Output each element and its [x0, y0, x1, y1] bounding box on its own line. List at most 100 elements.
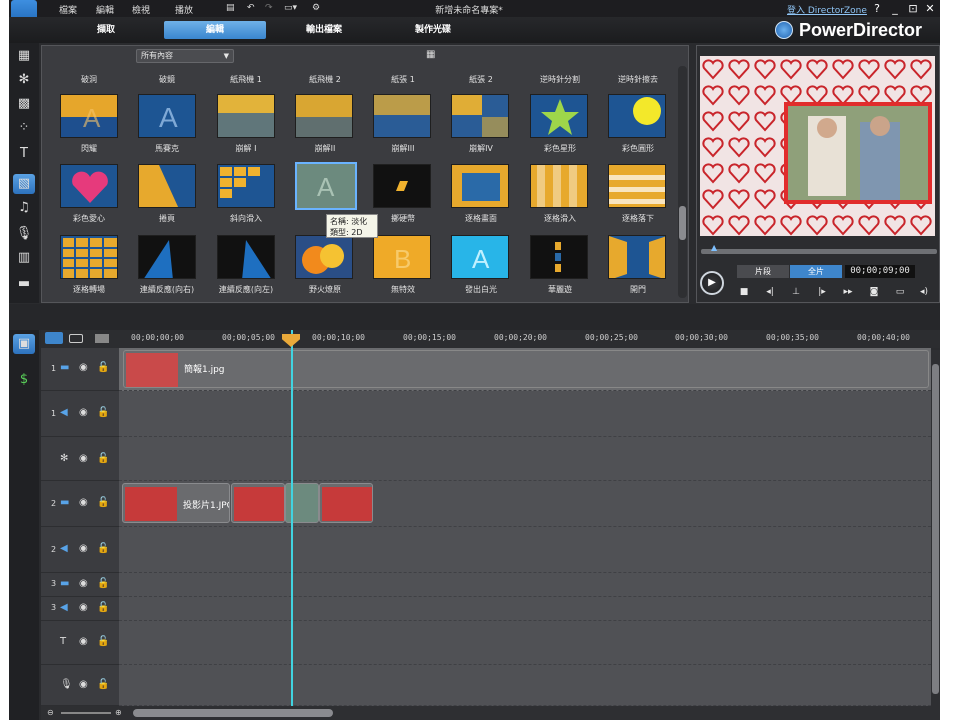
settings-icon[interactable]: ⚙: [312, 3, 320, 13]
transition-thumb-grid-slide[interactable]: [530, 164, 588, 208]
transition-thumb-chain-right[interactable]: [138, 235, 196, 279]
track-header-audio-1[interactable]: 1 ◀ ◉ 🔓: [41, 391, 119, 437]
zoom-in-icon[interactable]: ⊕: [115, 708, 122, 717]
timeline-clip-slide[interactable]: 投影片1.JPG: [122, 483, 230, 523]
transition-thumb-crumble-1[interactable]: [217, 94, 275, 138]
track-header-audio-2[interactable]: 2 ◀ ◉ 🔓: [41, 527, 119, 573]
track-header-title[interactable]: T ◉ 🔓: [41, 621, 119, 665]
grid-view-icon[interactable]: ▦: [426, 50, 440, 62]
tab-create-disc[interactable]: 製作光碟: [382, 21, 484, 39]
timeline-clip-slide-2[interactable]: [231, 483, 285, 523]
redo-icon[interactable]: ↷: [265, 3, 273, 13]
library-scrollbar[interactable]: [678, 66, 687, 298]
fast-forward-icon[interactable]: ▸▸: [841, 286, 855, 298]
transition-thumb-fancy[interactable]: [530, 235, 588, 279]
visibility-icon[interactable]: ◉: [79, 679, 88, 690]
timecode-display[interactable]: 00;00;09;00: [845, 265, 915, 278]
lock-icon[interactable]: 🔓: [97, 407, 109, 418]
transition-thumb-grid-drop[interactable]: [608, 164, 666, 208]
track-header-video-1[interactable]: 1 ▬ ◉ 🔓: [41, 348, 119, 391]
zoom-slider[interactable]: [61, 712, 111, 714]
track-header-audio-3[interactable]: 3 ◀ ◉ 🔓: [41, 597, 119, 621]
audio-mixing-room-icon[interactable]: ♫: [13, 198, 35, 218]
save-icon[interactable]: ▤: [226, 3, 235, 13]
menu-file[interactable]: 檔案: [59, 3, 77, 16]
transition-thumb-color-circle[interactable]: [608, 94, 666, 138]
lock-icon[interactable]: 🔓: [97, 636, 109, 647]
transition-thumb-crumble-4[interactable]: [451, 94, 509, 138]
track-row-audio-1[interactable]: [119, 391, 931, 437]
visibility-icon[interactable]: ◉: [79, 602, 88, 613]
lock-icon[interactable]: 🔓: [97, 578, 109, 589]
add-track-icon[interactable]: [95, 334, 109, 343]
play-button[interactable]: ▶: [700, 271, 724, 295]
seek-knob-icon[interactable]: ▲: [711, 243, 720, 252]
track-row-audio-3[interactable]: [119, 597, 931, 621]
transition-thumb-flash[interactable]: A: [60, 94, 118, 138]
visibility-icon[interactable]: ◉: [79, 636, 88, 647]
visibility-icon[interactable]: ◉: [79, 497, 88, 508]
menu-play[interactable]: 播放: [175, 3, 193, 16]
transition-room-icon[interactable]: ▧: [13, 174, 35, 194]
track-row-effect[interactable]: [119, 437, 931, 481]
lock-icon[interactable]: 🔓: [97, 453, 109, 464]
track-row-video-1[interactable]: 簡報1.jpg: [119, 348, 931, 391]
track-header-video-2[interactable]: 2 ▬ ◉ 🔓: [41, 481, 119, 527]
transition-thumb-diagonal-slide[interactable]: [217, 164, 275, 208]
track-row-title[interactable]: [119, 621, 931, 665]
magic-tools-icon[interactable]: $: [13, 370, 35, 390]
visibility-icon[interactable]: ◉: [79, 453, 88, 464]
lock-icon[interactable]: 🔓: [97, 602, 109, 613]
login-link[interactable]: 登入 DirectorZone: [787, 3, 867, 16]
transition-thumb-page-curl[interactable]: [138, 164, 196, 208]
lock-icon[interactable]: 🔓: [97, 497, 109, 508]
library-scroll-thumb[interactable]: [679, 206, 686, 240]
timeline-clip-background[interactable]: 簡報1.jpg: [123, 350, 929, 388]
transition-thumb-grid-frame[interactable]: [451, 164, 509, 208]
minimize-button[interactable]: _: [888, 2, 902, 15]
help-button[interactable]: ?: [870, 2, 884, 15]
preview-seek-bar[interactable]: ▲: [701, 243, 937, 254]
track-row-video-2[interactable]: 投影片1.JPG: [119, 481, 931, 527]
aspect-ratio-icon[interactable]: ▭▾: [284, 3, 297, 13]
movie-mode-tab[interactable]: 全片: [790, 265, 842, 278]
pip-room-icon[interactable]: ▩: [13, 94, 35, 114]
timeline-ruler[interactable]: 00;00;00;00 00;00;05;00 00;00;10;00 00;0…: [41, 330, 940, 348]
display-icon[interactable]: ▭: [893, 286, 907, 298]
transition-thumb-crumble-3[interactable]: [373, 94, 431, 138]
lock-icon[interactable]: 🔓: [97, 679, 109, 690]
zoom-out-icon[interactable]: ⊖: [47, 708, 54, 717]
track-header-effect[interactable]: ✻ ◉ 🔓: [41, 437, 119, 481]
volume-icon[interactable]: ◂): [917, 286, 931, 298]
transition-thumb-color-heart[interactable]: [60, 164, 118, 208]
next-frame-icon[interactable]: |▸: [815, 286, 829, 298]
tab-capture[interactable]: 擷取: [55, 21, 157, 39]
transition-thumb-color-star[interactable]: [530, 94, 588, 138]
visibility-icon[interactable]: ◉: [79, 362, 88, 373]
particle-room-icon[interactable]: ⁘: [13, 118, 35, 138]
close-button[interactable]: ✕: [923, 2, 937, 15]
transition-thumb-grid-transition[interactable]: [60, 235, 118, 279]
storyboard-mode-icon[interactable]: [69, 334, 83, 343]
stop-icon[interactable]: ■: [737, 286, 751, 298]
content-filter-dropdown[interactable]: 所有內容 ▼: [136, 49, 234, 63]
menu-view[interactable]: 檢視: [132, 3, 150, 16]
transition-thumb-open-door[interactable]: [608, 235, 666, 279]
timeline-horizontal-scrollbar[interactable]: ⊖ ⊕: [41, 706, 940, 720]
timeline-hscroll-thumb[interactable]: [133, 709, 333, 717]
tab-produce[interactable]: 輸出檔案: [273, 21, 375, 39]
transition-thumb-wildfire[interactable]: [295, 235, 353, 279]
transition-thumb-no-effect[interactable]: B: [373, 235, 431, 279]
transition-thumb-mosaic[interactable]: A: [138, 94, 196, 138]
snapshot-icon[interactable]: ◙: [867, 286, 881, 298]
chapter-room-icon[interactable]: ▥: [13, 248, 35, 268]
timeline-vertical-scrollbar[interactable]: [931, 350, 940, 706]
marker-icon[interactable]: ⊥: [789, 286, 803, 298]
lock-icon[interactable]: 🔓: [97, 362, 109, 373]
track-row-video-3[interactable]: [119, 573, 931, 597]
visibility-icon[interactable]: ◉: [79, 578, 88, 589]
media-room-icon[interactable]: ▦: [13, 46, 35, 66]
clip-mode-tab[interactable]: 片段: [737, 265, 789, 278]
restore-button[interactable]: ⊡: [906, 2, 920, 15]
tab-edit[interactable]: 編輯: [164, 21, 266, 39]
